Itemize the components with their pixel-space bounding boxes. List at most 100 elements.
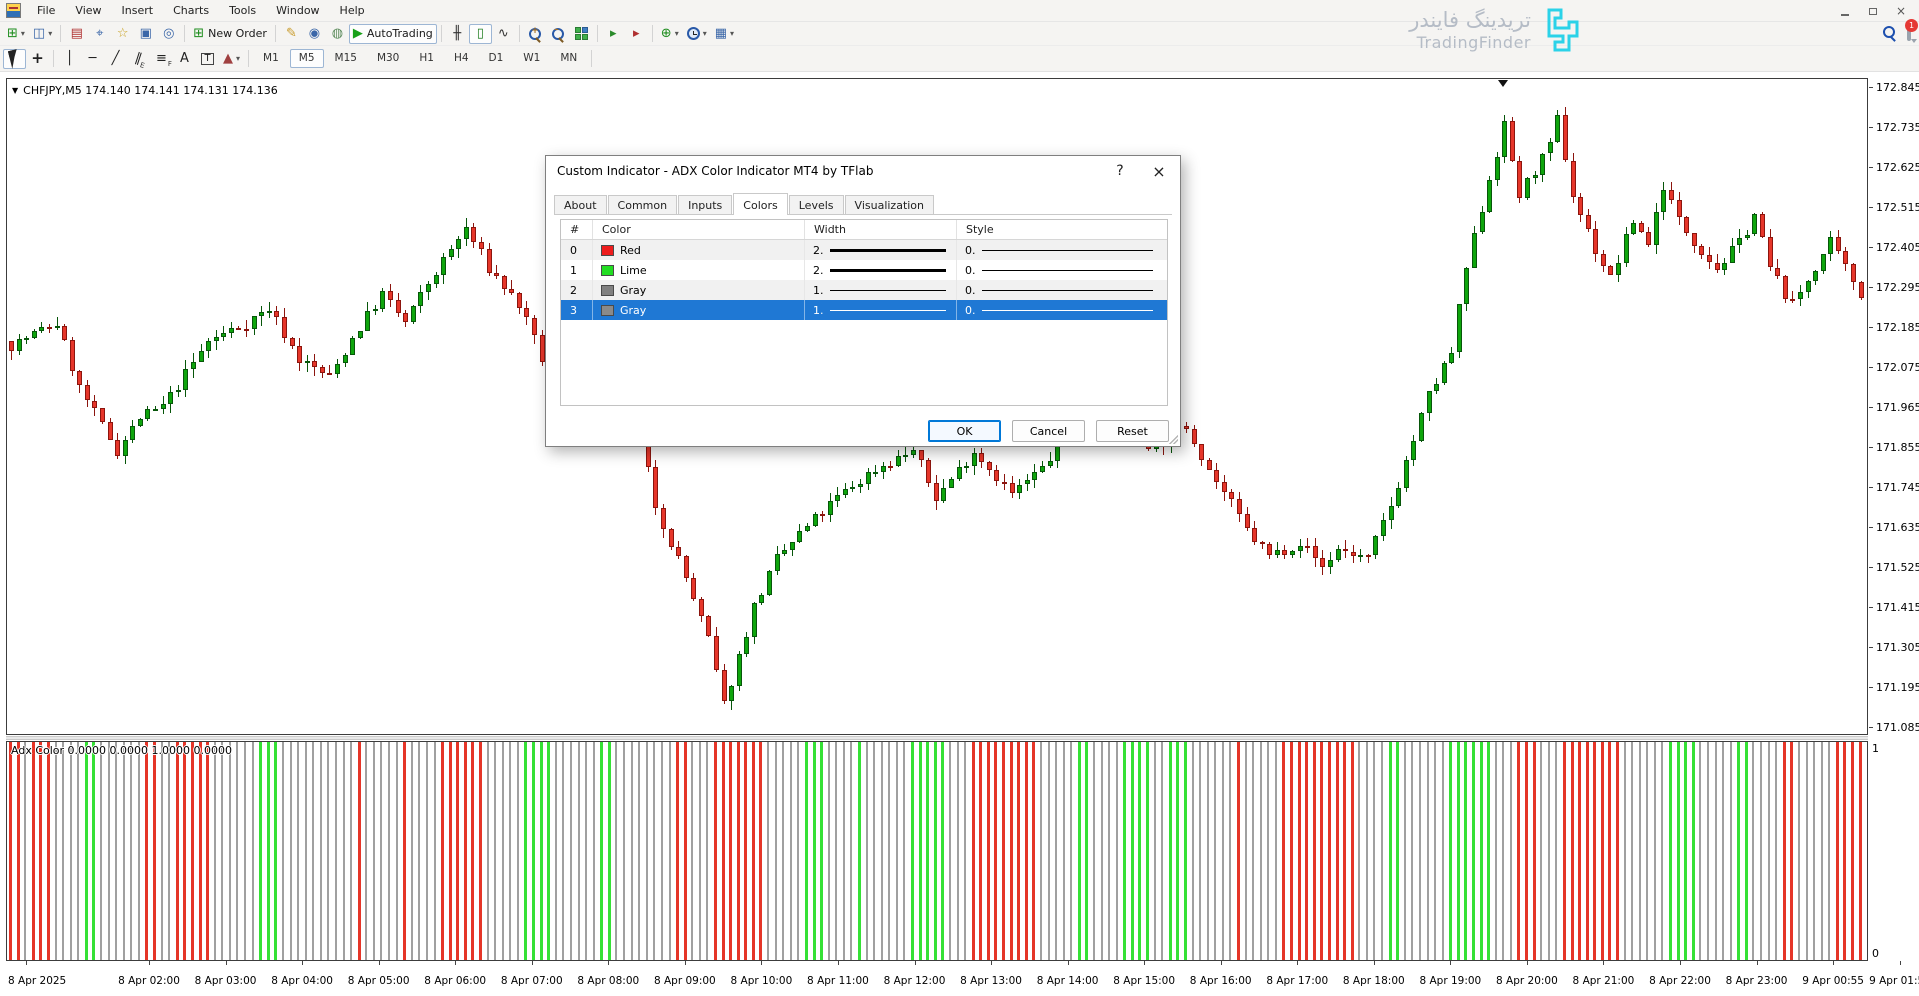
dialog-buttons: OK Cancel Reset <box>928 420 1169 442</box>
adx-bar-gray <box>782 742 784 960</box>
tab-common[interactable]: Common <box>608 195 678 214</box>
metaeditor-button[interactable]: ✎ <box>280 24 303 44</box>
profiles-button[interactable]: ◫▾ <box>29 24 56 44</box>
tab-inputs[interactable]: Inputs <box>678 195 732 214</box>
adx-bar-gray <box>1055 742 1057 960</box>
time-label: 8 Apr 22:00 <box>1649 975 1711 987</box>
autotrading-button[interactable]: ▶AutoTrading <box>349 24 437 44</box>
toolbar-separator <box>597 25 598 42</box>
timeframe-d1-button[interactable]: D1 <box>480 49 513 68</box>
crosshair-button[interactable]: + <box>26 49 49 69</box>
community-button[interactable]: ◉ <box>303 24 326 44</box>
adx-bar-lime <box>85 742 88 960</box>
bar-chart-mode-button[interactable]: ╫ <box>446 24 469 44</box>
timeframe-h4-button[interactable]: H4 <box>445 49 478 68</box>
clock-icon <box>687 27 700 40</box>
minimize-button[interactable] <box>1831 2 1859 20</box>
timeframe-m5-button[interactable]: M5 <box>290 49 324 68</box>
adx-bar-gray <box>1411 742 1413 960</box>
market-watch-button[interactable]: ▤ <box>65 24 88 44</box>
tab-levels[interactable]: Levels <box>789 195 844 214</box>
alerts-button[interactable]: ◍ <box>326 24 349 44</box>
time-axis[interactable]: 8 Apr 20258 Apr 02:008 Apr 03:008 Apr 04… <box>6 961 1868 996</box>
indicators-button[interactable]: ⊕▾ <box>657 24 683 44</box>
time-label: 8 Apr 02:00 <box>118 975 180 987</box>
indicator-axis[interactable]: 1 0 <box>1869 741 1919 961</box>
chat-button[interactable]: 1 <box>1907 26 1911 39</box>
adx-bar-gray <box>411 742 413 960</box>
terminal-button[interactable]: ▣ <box>134 24 157 44</box>
zoom-out-button[interactable] <box>547 24 570 44</box>
timeframe-w1-button[interactable]: W1 <box>514 49 549 68</box>
timeframe-h1-button[interactable]: H1 <box>410 49 443 68</box>
cursor-button[interactable] <box>3 49 26 69</box>
time-tick <box>1450 961 1451 965</box>
timeframe-m30-button[interactable]: M30 <box>368 49 408 68</box>
line-chart-mode-button[interactable]: ∿ <box>492 24 515 44</box>
indicator-subwindow[interactable]: Adx Color 0.0000 0.0000 1.0000 0.0000 <box>6 741 1868 961</box>
panel-splitter[interactable] <box>6 736 1868 740</box>
candlestick-mode-button[interactable]: ▯ <box>469 24 492 44</box>
chevron-down-icon[interactable]: ▼ <box>12 86 18 95</box>
toolbar-separator <box>275 25 276 42</box>
adx-bar-gray <box>1707 742 1709 960</box>
close-button[interactable]: × <box>1887 2 1915 20</box>
cancel-button[interactable]: Cancel <box>1012 420 1085 442</box>
timeframe-m15-button[interactable]: M15 <box>326 49 366 68</box>
menu-view[interactable]: View <box>65 0 111 21</box>
chart-shift-button[interactable]: ▸ <box>625 24 648 44</box>
text-button[interactable]: A <box>173 49 196 69</box>
color-row-1[interactable]: 1Lime2.0. <box>561 260 1167 280</box>
new-chart-button[interactable]: ⊞▾ <box>3 24 29 44</box>
restore-button[interactable] <box>1859 2 1887 20</box>
auto-scroll-button[interactable]: ▸ <box>602 24 625 44</box>
tile-windows-button[interactable] <box>570 24 593 44</box>
adx-bar-lime <box>1184 742 1187 960</box>
trendline-button[interactable]: ╱ <box>104 49 127 69</box>
width-cell: 2. <box>805 240 957 260</box>
adx-bar-red <box>979 742 982 960</box>
text-label-button[interactable]: T <box>196 49 219 69</box>
strategy-tester-button[interactable]: ◎ <box>157 24 180 44</box>
horizontal-line-button[interactable]: ─ <box>81 49 104 69</box>
tab-about[interactable]: About <box>554 195 607 214</box>
menu-help[interactable]: Help <box>330 0 375 21</box>
menu-file[interactable]: File <box>27 0 65 21</box>
fibonacci-button[interactable]: ≡F <box>150 49 173 69</box>
color-row-0[interactable]: 0Red2.0. <box>561 240 1167 260</box>
color-row-2[interactable]: 2Gray1.0. <box>561 280 1167 300</box>
timeframe-m1-button[interactable]: M1 <box>254 49 288 68</box>
toolbar-row1-items: ⊞▾◫▾ ▤⌖☆▣◎ ⊞New Order ✎◉◍▶AutoTrading ╫▯∿ ▸▸ ⊕… <box>3 24 738 44</box>
new-order-button[interactable]: ⊞New Order <box>189 24 271 44</box>
zoom-in-button[interactable] <box>524 24 547 44</box>
adx-bar-gray <box>570 742 572 960</box>
color-name: Gray <box>620 304 646 317</box>
menu-insert[interactable]: Insert <box>112 0 164 21</box>
timeframe-mn-button[interactable]: MN <box>551 49 586 68</box>
price-axis[interactable]: 172.845172.735172.625172.515172.405172.2… <box>1869 78 1919 735</box>
equidistant-channel-button[interactable]: ∥E <box>127 49 150 69</box>
color-row-3[interactable]: 3Gray1.0. <box>561 300 1167 320</box>
symbol-ohlc-text: CHFJPY,M5 174.140 174.141 174.131 174.13… <box>23 84 278 97</box>
menu-tools[interactable]: Tools <box>219 0 266 21</box>
dialog-resize-grip[interactable] <box>1168 434 1178 444</box>
reset-button[interactable]: Reset <box>1096 420 1169 442</box>
search-icon[interactable] <box>1882 25 1897 40</box>
data-window-button[interactable]: ⌖ <box>88 24 111 44</box>
tab-visualization[interactable]: Visualization <box>845 195 934 214</box>
time-label: 8 Apr 11:00 <box>807 975 869 987</box>
periods-button[interactable]: ▾ <box>683 24 711 44</box>
dialog-table-header: #ColorWidthStyle <box>561 220 1167 240</box>
tab-colors[interactable]: Colors <box>733 193 787 215</box>
vertical-line-button[interactable]: │ <box>58 49 81 69</box>
navigator-button[interactable]: ☆ <box>111 24 134 44</box>
menu-window[interactable]: Window <box>266 0 329 21</box>
dialog-help-button[interactable]: ? <box>1104 157 1136 185</box>
arrows-button[interactable]: ▲▾ <box>219 49 244 69</box>
templates-icon: ▦ <box>715 27 727 40</box>
ok-button[interactable]: OK <box>928 420 1001 442</box>
templates-button[interactable]: ▦▾ <box>711 24 738 44</box>
adx-bar-red <box>191 742 194 960</box>
dialog-close-button[interactable]: × <box>1143 157 1175 185</box>
menu-charts[interactable]: Charts <box>163 0 219 21</box>
